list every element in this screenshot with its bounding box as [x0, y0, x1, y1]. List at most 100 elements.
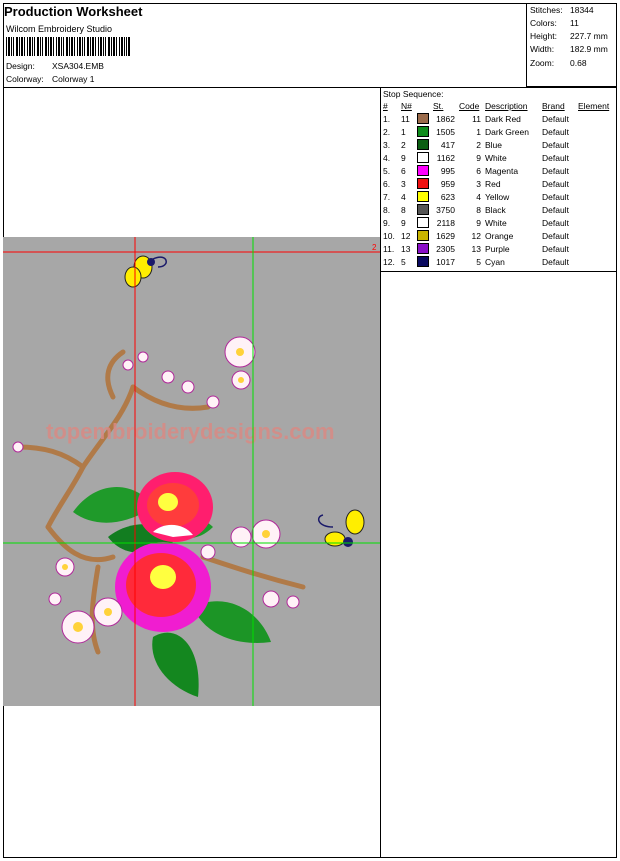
stat-colors: Colors: 11 — [530, 18, 579, 28]
col-index: # — [383, 101, 388, 111]
row-stitches: 2305 — [436, 243, 455, 254]
row-brand: Default — [542, 126, 569, 137]
table-row: 10. 12 1629 12 Orange Default — [381, 229, 611, 242]
row-swatch — [415, 216, 431, 229]
row-stitches: 1629 — [436, 230, 455, 241]
row-brand: Default — [542, 152, 569, 163]
color-swatch — [417, 178, 429, 190]
col-element: Element — [578, 101, 610, 111]
row-stitches: 417 — [440, 139, 455, 150]
stop-sequence-table: # N# St. Code Description Brand Element … — [381, 100, 611, 268]
row-stitches: 959 — [440, 178, 455, 189]
row-brand: Default — [542, 217, 569, 228]
row-swatch — [415, 242, 431, 255]
row-index: 5. — [383, 165, 391, 176]
camellia-top — [137, 472, 213, 542]
row-swatch — [415, 229, 431, 242]
color-swatch — [417, 243, 429, 255]
col-stitches: St. — [433, 101, 444, 111]
color-swatch — [417, 256, 429, 268]
row-stitches: 623 — [440, 191, 455, 202]
row-needle: 4 — [401, 191, 406, 202]
col-description: Description — [485, 101, 528, 111]
row-code: 13 — [471, 243, 481, 254]
table-header-row: # N# St. Code Description Brand Element — [381, 100, 611, 112]
row-description: White — [485, 152, 507, 163]
row-brand: Default — [542, 191, 569, 202]
table-row: 8. 8 3750 8 Black Default — [381, 203, 611, 216]
row-stitches: 2118 — [436, 217, 455, 228]
row-needle: 3 — [401, 178, 406, 189]
leaf — [152, 632, 199, 697]
table-row: 4. 9 1162 9 White Default — [381, 151, 611, 164]
row-swatch — [415, 190, 431, 203]
row-index: 11. — [383, 243, 395, 254]
row-index: 10. — [383, 230, 395, 241]
colorway-label: Colorway: — [6, 74, 44, 84]
table-row: 3. 2 417 2 Blue Default — [381, 138, 611, 151]
row-swatch — [415, 125, 431, 138]
row-index: 4. — [383, 152, 391, 163]
row-stitches: 1162 — [436, 152, 455, 163]
row-swatch — [415, 164, 431, 177]
guide-marker-label: 2 — [372, 243, 377, 252]
row-description: Blue — [485, 139, 503, 150]
color-swatch — [417, 139, 429, 151]
table-row: 7. 4 623 4 Yellow Default — [381, 190, 611, 203]
row-brand: Default — [542, 139, 569, 150]
bee-right — [317, 509, 365, 547]
row-swatch — [415, 112, 431, 125]
color-swatch — [417, 152, 429, 164]
barcode — [6, 37, 130, 56]
bee-top — [124, 255, 167, 288]
header-divider — [3, 87, 617, 88]
table-row: 6. 3 959 3 Red Default — [381, 177, 611, 190]
color-swatch — [417, 230, 429, 242]
row-description: Black — [485, 204, 506, 215]
page-title: Production Worksheet — [4, 4, 143, 19]
row-stitches: 995 — [440, 165, 455, 176]
stat-height: Height: 227.7 mm — [530, 31, 608, 41]
row-index: 1. — [383, 113, 391, 124]
row-needle: 11 — [401, 113, 410, 124]
col-needle: N# — [401, 101, 412, 111]
row-needle: 2 — [401, 139, 406, 150]
table-row: 5. 6 995 6 Magenta Default — [381, 164, 611, 177]
row-brand: Default — [542, 204, 569, 215]
row-code: 2 — [476, 139, 481, 150]
row-code: 1 — [476, 126, 481, 137]
table-row: 12. 5 1017 5 Cyan Default — [381, 255, 611, 268]
row-needle: 13 — [401, 243, 411, 254]
row-brand: Default — [542, 256, 569, 267]
row-description: Dark Green — [485, 126, 529, 137]
table-row: 11. 13 2305 13 Purple Default — [381, 242, 611, 255]
row-code: 11 — [472, 113, 481, 124]
col-swatch — [415, 100, 431, 112]
row-description: Orange — [485, 230, 514, 241]
row-description: Purple — [485, 243, 510, 254]
row-description: Magenta — [485, 165, 519, 176]
row-description: White — [485, 217, 507, 228]
stop-table-divider — [380, 271, 617, 272]
row-brand: Default — [542, 230, 569, 241]
stat-width: Width: 182.9 mm — [530, 44, 608, 54]
row-swatch — [415, 203, 431, 216]
table-row: 9. 9 2118 9 White Default — [381, 216, 611, 229]
row-brand: Default — [542, 113, 569, 124]
row-description: Cyan — [485, 256, 505, 267]
design-label: Design: — [6, 61, 35, 71]
row-code: 5 — [476, 256, 481, 267]
stats-panel: Stitches: 18344 Colors: 11 Height: 227.7 mm… — [526, 3, 617, 87]
table-row: 1. 11 1862 11 Dark Red Default — [381, 112, 611, 125]
stat-stitches: Stitches: 18344 — [530, 5, 594, 15]
row-swatch — [415, 151, 431, 164]
colorway-row: Colorway: Colorway 1 — [6, 74, 95, 84]
row-code: 8 — [476, 204, 481, 215]
row-brand: Default — [542, 165, 569, 176]
col-code: Code — [459, 101, 480, 111]
row-brand: Default — [542, 243, 569, 254]
row-needle: 6 — [401, 165, 406, 176]
color-swatch — [417, 113, 429, 125]
row-swatch — [415, 177, 431, 190]
row-needle: 1 — [401, 126, 406, 137]
